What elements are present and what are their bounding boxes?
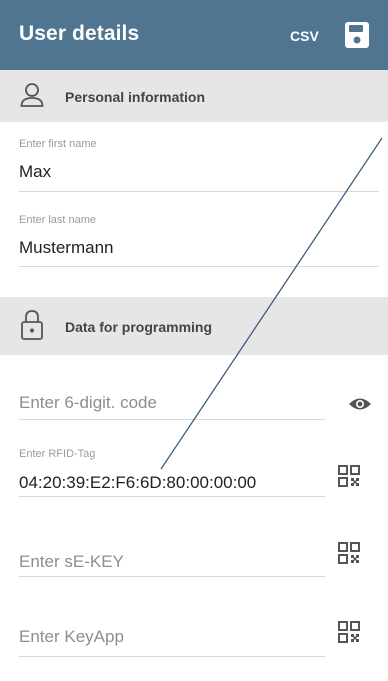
rfid-hint: Enter RFID-Tag — [19, 448, 96, 460]
rfid-value[interactable]: 04:20:39:E2:F6:6D:80:00:00:00 — [19, 473, 256, 493]
page-title: User details — [19, 22, 140, 45]
eye-icon[interactable] — [348, 396, 372, 412]
section-label: Data for programming — [65, 319, 213, 335]
se-key-placeholder[interactable]: Enter sE-KEY — [19, 552, 124, 572]
section-label: Personal information — [65, 89, 206, 105]
last-name-hint: Enter last name — [19, 214, 97, 226]
last-name-value[interactable]: Mustermann — [19, 238, 113, 258]
code-underline — [19, 419, 325, 420]
keyapp-placeholder[interactable]: Enter KeyApp — [19, 627, 124, 647]
last-name-field[interactable]: Enter last name Mustermann — [19, 214, 113, 258]
code-field[interactable]: Enter 6-digit. code — [19, 393, 157, 413]
rfid-underline — [19, 496, 325, 497]
lock-icon — [21, 310, 43, 340]
app-toolbar: User details CSV — [0, 0, 388, 70]
se-key-underline — [19, 576, 325, 577]
rfid-field[interactable]: Enter RFID-Tag 04:20:39:E2:F6:6D:80:00:0… — [19, 448, 256, 493]
first-name-field[interactable]: Enter first name Max — [19, 138, 97, 182]
programming-data-header: Data for programming — [0, 297, 388, 355]
keyapp-underline — [19, 656, 325, 657]
qr-code-icon[interactable] — [338, 542, 360, 564]
first-name-underline — [19, 191, 379, 192]
csv-button[interactable]: CSV — [290, 28, 319, 44]
keyapp-field[interactable]: Enter KeyApp — [19, 627, 124, 647]
qr-code-icon[interactable] — [338, 465, 360, 487]
first-name-value[interactable]: Max — [19, 162, 97, 182]
last-name-underline — [19, 266, 379, 267]
code-placeholder[interactable]: Enter 6-digit. code — [19, 393, 157, 413]
se-key-field[interactable]: Enter sE-KEY — [19, 552, 124, 572]
qr-code-icon[interactable] — [338, 621, 360, 643]
person-icon — [20, 83, 44, 107]
save-icon[interactable] — [344, 21, 370, 49]
first-name-hint: Enter first name — [19, 138, 97, 150]
personal-information-header: Personal information — [0, 70, 388, 122]
